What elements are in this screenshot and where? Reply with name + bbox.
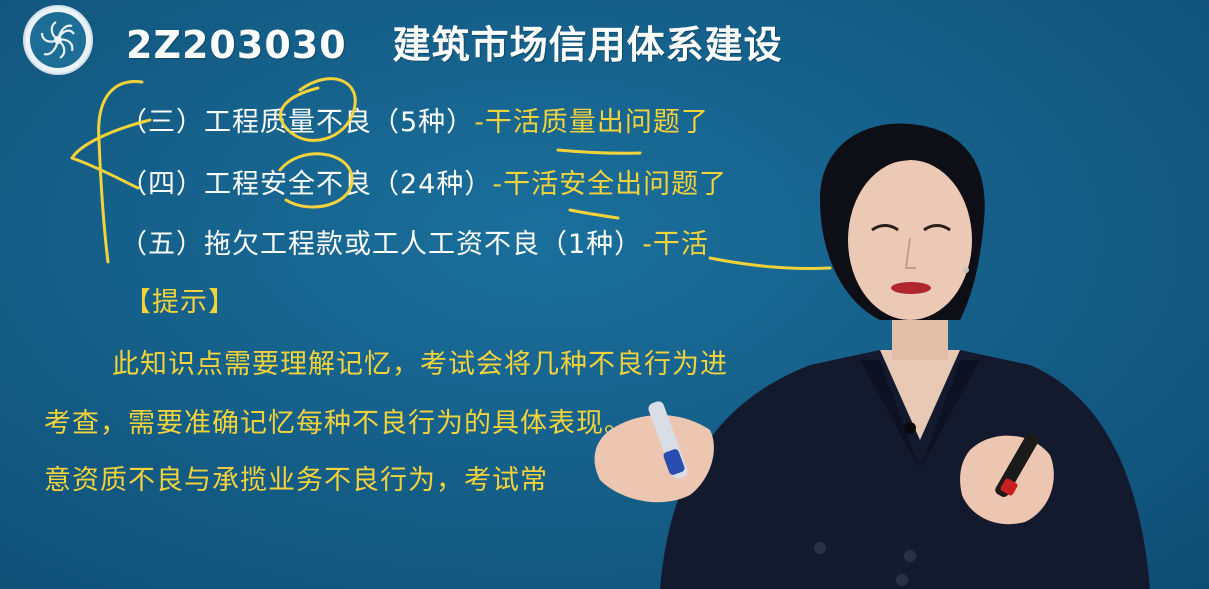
hint-line-2: 考查，需要准确记忆每种不良行为的具体表现。: [44, 408, 632, 439]
item-prefix: （五）拖欠工程款或工人工资不良（1种）: [120, 229, 643, 260]
presenter-image: [580, 110, 1209, 589]
hint-line-3: 意资质不良与承揽业务不良行为，考试常: [44, 465, 548, 496]
title-text: 建筑市场信用体系建设: [392, 23, 783, 67]
logo-icon: [22, 4, 94, 76]
item-prefix: （四）工程安全不良（24种）: [120, 169, 493, 200]
page-title: 2Z203030 建筑市场信用体系建设: [126, 14, 783, 69]
item-prefix: （三）工程质量不良（5种）: [120, 107, 475, 138]
title-code: 2Z203030: [126, 23, 347, 67]
hint-label: 【提示】: [124, 287, 236, 318]
